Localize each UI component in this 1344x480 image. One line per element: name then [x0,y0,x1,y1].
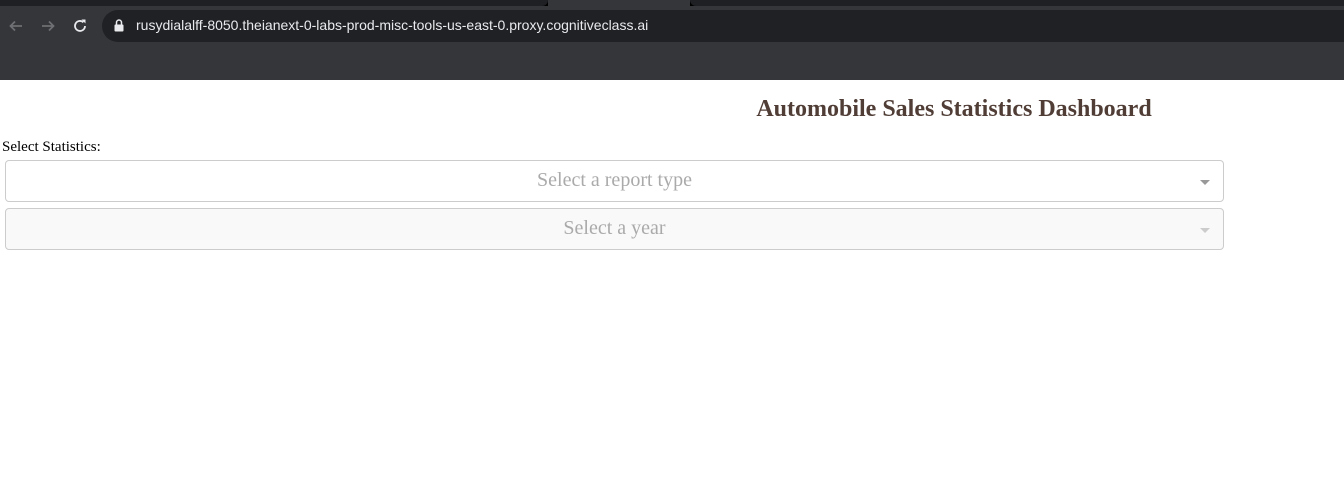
chevron-down-icon[interactable] [1200,180,1210,185]
back-arrow-icon [9,20,22,32]
report-type-placeholder: Select a report type [537,169,692,191]
address-bar[interactable]: rusydialalff-8050.theianext-0-labs-prod-… [102,10,1344,42]
page-title: Automobile Sales Statistics Dashboard [756,96,1152,122]
reload-icon [74,19,86,32]
chevron-down-icon [1200,228,1210,233]
report-type-dropdown[interactable]: Select a report type [5,160,1224,202]
forward-button[interactable] [34,12,62,40]
forward-arrow-icon [42,20,55,32]
year-placeholder: Select a year [563,217,666,239]
browser-toolbar: rusydialalff-8050.theianext-0-labs-prod-… [0,6,1344,46]
reload-button[interactable] [66,12,94,40]
url-text: rusydialalff-8050.theianext-0-labs-prod-… [136,17,649,33]
select-statistics-label: Select Statistics: [2,139,101,155]
back-button[interactable] [2,12,30,40]
year-dropdown[interactable]: Select a year [5,208,1224,250]
bookmarks-bar [0,46,1344,80]
dashboard-page: Automobile Sales Statistics Dashboard Se… [0,80,1344,480]
lock-icon [114,19,124,32]
